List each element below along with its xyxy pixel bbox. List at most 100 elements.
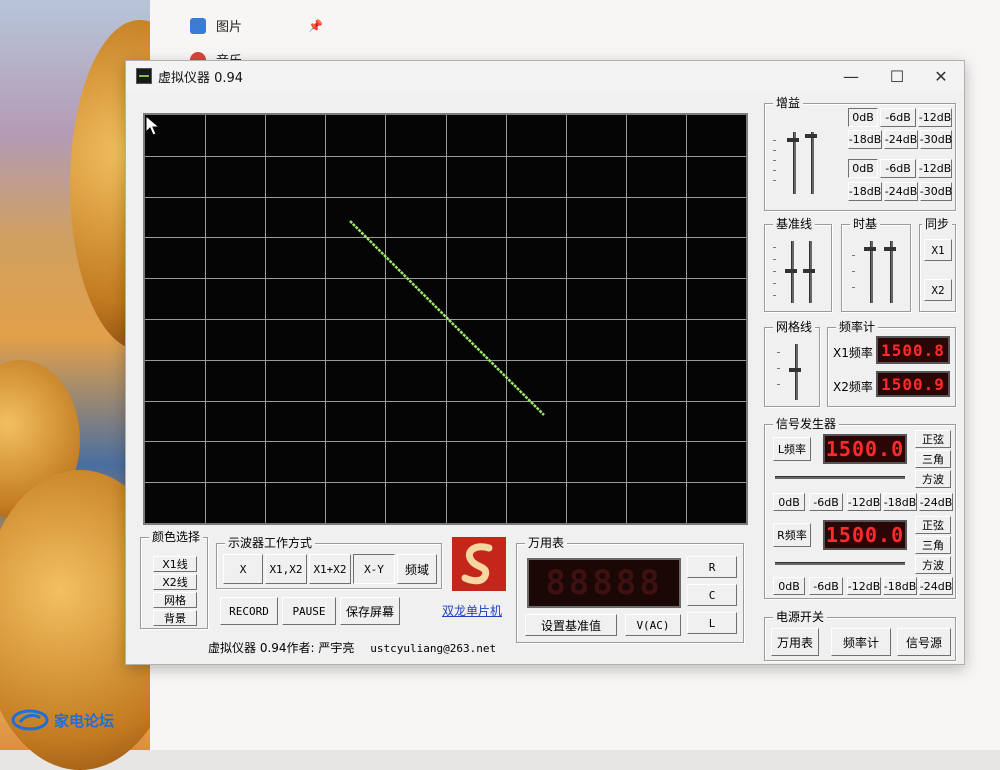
sync-x1-button[interactable]: X1: [924, 239, 952, 261]
mode-frequency-domain-button[interactable]: 频域: [397, 554, 437, 584]
l-square-button[interactable]: 方波: [915, 470, 951, 488]
scope-mode-title: 示波器工作方式: [225, 535, 316, 551]
r-triangle-button[interactable]: 三角: [915, 536, 951, 554]
r-level-slider[interactable]: [775, 562, 905, 565]
gain-x2-30db-button[interactable]: -30dB: [920, 182, 952, 201]
gain-x1-0db-button[interactable]: 0dB: [848, 108, 878, 127]
timebase-slider-knob[interactable]: [864, 247, 876, 251]
gain-x2-6db-button[interactable]: -6dB: [880, 159, 916, 178]
multimeter-r-button[interactable]: R: [687, 556, 737, 578]
pictures-icon: [190, 17, 206, 34]
oscilloscope-screen[interactable]: [143, 113, 748, 525]
gain-x1-12db-button[interactable]: -12dB: [918, 108, 952, 127]
gridline-slider-knob[interactable]: [789, 368, 801, 372]
multimeter-display: 88888: [527, 558, 681, 608]
gridline-panel: 网格线: [764, 319, 820, 407]
forum-logo-icon: [11, 709, 49, 731]
explorer-item-pictures[interactable]: 图片 📌: [190, 16, 323, 35]
color-background-button[interactable]: 背景: [153, 610, 197, 626]
tick: [773, 271, 776, 272]
gain-x1-18db-button[interactable]: -18dB: [848, 130, 882, 149]
mode-x-y-button[interactable]: X-Y: [353, 554, 395, 584]
status-line: 虚拟仪器 0.94作者: 严宇亮 ustcyuliang@263.net: [208, 639, 496, 656]
tick: [773, 180, 776, 181]
color-x1-line-button[interactable]: X1线: [153, 556, 197, 572]
l-sine-button[interactable]: 正弦: [915, 430, 951, 448]
minimize-button[interactable]: —: [828, 61, 874, 91]
tick: [773, 160, 776, 161]
watermark-text: 家电论坛: [54, 711, 115, 730]
shuanglong-mcu-link[interactable]: 双龙单片机: [442, 602, 502, 619]
gain-panel: 增益 0dB -6dB -12dB -18dB -24dB -30dB 0dB …: [764, 95, 956, 211]
gain-x1-6db-button[interactable]: -6dB: [880, 108, 916, 127]
multimeter-title: 万用表: [525, 535, 568, 551]
power-multimeter-button[interactable]: 万用表: [771, 628, 819, 656]
r-square-button[interactable]: 方波: [915, 556, 951, 574]
window-title: 虚拟仪器 0.94: [158, 70, 244, 86]
gain-x2-12db-button[interactable]: -12dB: [918, 159, 952, 178]
r-sine-button[interactable]: 正弦: [915, 516, 951, 534]
r-18db-button[interactable]: -18dB: [883, 577, 917, 595]
record-button[interactable]: RECORD: [220, 597, 278, 625]
color-selection-panel: 颜色选择 X1线 X2线 网格 背景: [140, 529, 208, 629]
gain-slider-knob[interactable]: [787, 138, 799, 142]
gain-x2-24db-button[interactable]: -24dB: [884, 182, 918, 201]
gain-x1-30db-button[interactable]: -30dB: [920, 130, 952, 149]
x1-frequency-display: 1500.8: [876, 336, 950, 364]
sync-x2-button[interactable]: X2: [924, 279, 952, 301]
save-screen-button[interactable]: 保存屏幕: [340, 597, 400, 625]
sync-panel: 同步 X1 X2: [919, 216, 956, 312]
vac-button[interactable]: V(AC): [625, 614, 681, 636]
gain-x2-0db-button[interactable]: 0dB: [848, 159, 878, 178]
tick: [852, 271, 855, 272]
status-email: ustcyuliang@263.net: [370, 642, 497, 655]
title-bar[interactable]: 虚拟仪器 0.94 — ☐ ✕: [126, 61, 964, 91]
baseline-slider-knob[interactable]: [803, 269, 815, 273]
l-0db-button[interactable]: 0dB: [773, 493, 805, 511]
baseline-slider-knob[interactable]: [785, 269, 797, 273]
r-0db-button[interactable]: 0dB: [773, 577, 805, 595]
l-18db-button[interactable]: -18dB: [883, 493, 917, 511]
x2-frequency-display: 1500.9: [876, 371, 950, 397]
tick: [773, 295, 776, 296]
mode-x1-plus-x2-button[interactable]: X1+X2: [309, 554, 351, 584]
r-12db-button[interactable]: -12dB: [847, 577, 881, 595]
pause-button[interactable]: PAUSE: [282, 597, 336, 625]
gain-slider-knob[interactable]: [805, 134, 817, 138]
color-grid-button[interactable]: 网格: [153, 592, 197, 608]
tick: [852, 287, 855, 288]
l-12db-button[interactable]: -12dB: [847, 493, 881, 511]
color-x2-line-button[interactable]: X2线: [153, 574, 197, 590]
status-author-text: 虚拟仪器 0.94作者: 严宇亮: [208, 641, 355, 655]
mode-x-button[interactable]: X: [223, 554, 263, 584]
r-6db-button[interactable]: -6dB: [809, 577, 843, 595]
l-triangle-button[interactable]: 三角: [915, 450, 951, 468]
power-frequency-meter-button[interactable]: 频率计: [831, 628, 891, 656]
l-frequency-button[interactable]: L频率: [773, 437, 811, 461]
timebase-panel: 时基: [841, 216, 911, 312]
tick: [773, 259, 776, 260]
l-6db-button[interactable]: -6dB: [809, 493, 843, 511]
gain-x1-24db-button[interactable]: -24dB: [884, 130, 918, 149]
set-baseline-button[interactable]: 设置基准值: [525, 614, 617, 636]
gain-title: 增益: [773, 95, 804, 111]
gridline-slider[interactable]: [795, 344, 798, 400]
signal-generator-panel: 信号发生器 L频率 1500.0 正弦 三角 方波 0dB -6dB -12dB…: [764, 416, 956, 599]
timebase-slider-knob[interactable]: [884, 247, 896, 251]
gain-slider-2[interactable]: [811, 132, 814, 194]
multimeter-l-button[interactable]: L: [687, 612, 737, 634]
tick: [777, 352, 780, 353]
virtual-instrument-window: 虚拟仪器 0.94 — ☐ ✕ 增益 0dB -6dB -12dB -18dB …: [125, 60, 965, 665]
l-frequency-display: 1500.0: [823, 434, 907, 464]
maximize-button[interactable]: ☐: [874, 61, 920, 91]
r-24db-button[interactable]: -24dB: [919, 577, 953, 595]
multimeter-c-button[interactable]: C: [687, 584, 737, 606]
power-signal-source-button[interactable]: 信号源: [897, 628, 951, 656]
mouse-cursor-icon: [145, 115, 161, 136]
mode-x1-x2-button[interactable]: X1,X2: [265, 554, 307, 584]
l-24db-button[interactable]: -24dB: [919, 493, 953, 511]
r-frequency-button[interactable]: R频率: [773, 523, 811, 547]
close-button[interactable]: ✕: [918, 61, 964, 91]
l-level-slider[interactable]: [775, 476, 905, 479]
gain-x2-18db-button[interactable]: -18dB: [848, 182, 882, 201]
